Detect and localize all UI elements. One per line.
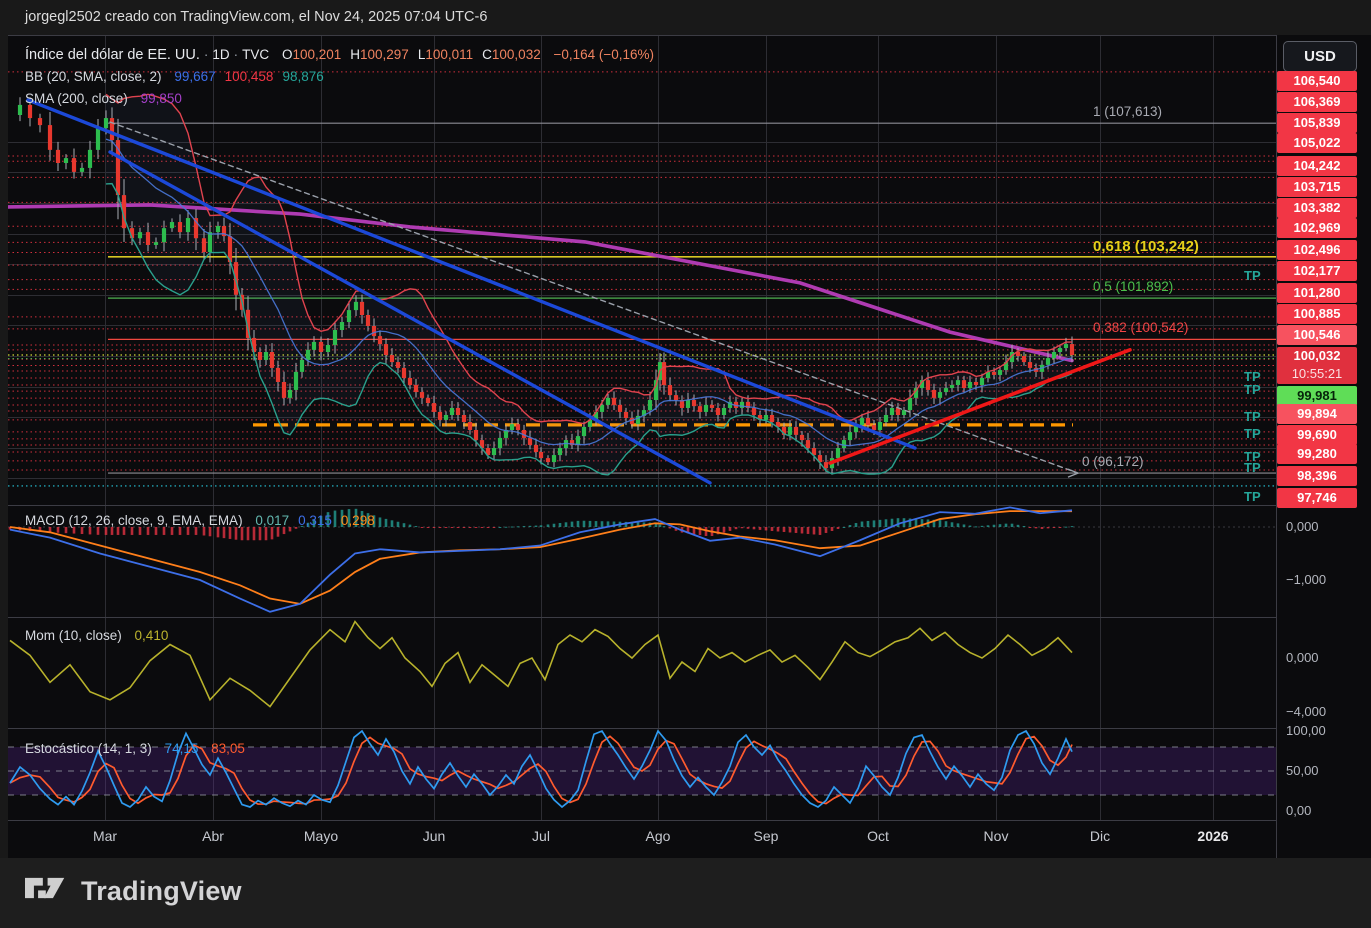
mom-legend[interactable]: Mom (10, close) 0,410	[25, 628, 168, 643]
chart-canvas[interactable]	[0, 0, 1371, 928]
fib-label-2: 0,5 (101,892)	[1093, 279, 1174, 295]
axis-month-Sep[interactable]: Sep	[754, 828, 779, 844]
scale-number-0: 0,000	[1286, 519, 1319, 534]
axis-month-Oct[interactable]: Oct	[867, 828, 889, 844]
tp-label-7: TP	[1244, 489, 1261, 504]
stoch-legend[interactable]: Estocástico (14, 1, 3) 74,15 83,05	[25, 741, 245, 756]
axis-month-Dic[interactable]: Dic	[1090, 828, 1110, 844]
price-label-1: 106,369	[1277, 92, 1357, 112]
scale-number-6: 0,00	[1286, 803, 1312, 818]
fib-label-4: 0 (96,172)	[1082, 454, 1144, 470]
price-label-8: 102,496	[1277, 240, 1357, 260]
stoch-label[interactable]: Estocástico (14, 1, 3)	[25, 741, 152, 756]
axis-month-2026[interactable]: 2026	[1197, 828, 1228, 844]
price-label-11: 100,885	[1277, 304, 1357, 324]
sma-label[interactable]: SMA (200, close)	[25, 91, 128, 106]
ohlc-l: L100,011	[417, 47, 474, 62]
axis-month-Nov[interactable]: Nov	[984, 828, 1009, 844]
macd-legend[interactable]: MACD (12, 26, close, 9, EMA, EMA) 0,017 0…	[25, 513, 375, 528]
legend-separator-1: ·	[203, 47, 209, 62]
stoch-d-value: 83,05	[211, 741, 245, 756]
tp-label-6: TP	[1244, 460, 1261, 475]
macd-vals-0: 0,017	[255, 513, 290, 528]
tradingview-logo-icon	[25, 877, 65, 899]
symbol-legend[interactable]: Índice del dólar de EE. UU. · 1D · TVC O100,…	[25, 47, 654, 63]
price-label-4: 104,242	[1277, 156, 1357, 176]
legend-separator-2: ·	[233, 47, 239, 62]
symbol-title[interactable]: Índice del dólar de EE. UU.	[25, 47, 200, 63]
scale-number-2: 0,000	[1286, 650, 1319, 665]
tradingview-logo[interactable]: TradingView	[25, 871, 242, 911]
bb-values: 99,667 100,458 98,876	[165, 69, 323, 84]
change-value: −0,164 (−0,16%)	[553, 47, 655, 62]
fib-label-1: 0,618 (103,242)	[1093, 237, 1199, 255]
tradingview-snapshot: jorgegl2502 creado con TradingView.com, …	[0, 0, 1371, 928]
scale-number-3: −4,000	[1286, 704, 1327, 719]
price-label-6: 103,382	[1277, 198, 1357, 218]
current-price: 100,032	[1293, 348, 1341, 363]
interval-label[interactable]: 1D	[212, 47, 229, 62]
ohlc-values: O100,201 H100,297 L100,011 C100,032	[273, 47, 541, 62]
mom-label[interactable]: Mom (10, close)	[25, 628, 122, 643]
bb-label[interactable]: BB (20, SMA, close, 2)	[25, 69, 162, 84]
scale-number-5: 50,00	[1286, 763, 1319, 778]
axis-month-Mar[interactable]: Mar	[93, 828, 117, 844]
current-price-label: 100,032 10:55:21	[1277, 347, 1357, 384]
scale-number-4: 100,00	[1286, 723, 1326, 738]
mom-value: 0,410	[134, 628, 169, 643]
fib-label-0: 1 (107,613)	[1093, 104, 1163, 120]
bb-vals-1: 100,458	[224, 69, 274, 84]
fib-label-3: 0,382 (100,542)	[1093, 320, 1189, 336]
axis-month-Jun[interactable]: Jun	[423, 828, 446, 844]
ohlc-c: C100,032	[482, 47, 541, 62]
tradingview-wordmark: TradingView	[81, 875, 242, 906]
price-label-10: 101,280	[1277, 283, 1357, 303]
price-label-0: 106,540	[1277, 71, 1357, 91]
ohlc-h: H100,297	[350, 47, 409, 62]
tp-label-2: TP	[1244, 382, 1261, 397]
price-label-5: 103,715	[1277, 177, 1357, 197]
left-margin-strip	[0, 35, 8, 858]
price-label-16: 99,280	[1277, 444, 1357, 464]
macd-label[interactable]: MACD (12, 26, close, 9, EMA, EMA)	[25, 513, 243, 528]
price-label-15: 99,690	[1277, 425, 1357, 445]
price-label-18: 97,746	[1277, 488, 1357, 508]
exchange-label: TVC	[242, 47, 270, 62]
macd-vals-2: 0,298	[340, 513, 375, 528]
bb-vals-2: 98,876	[282, 69, 324, 84]
stoch-k-value: 74,15	[164, 741, 199, 756]
axis-month-Mayo[interactable]: Mayo	[304, 828, 338, 844]
axis-month-Jul[interactable]: Jul	[532, 828, 550, 844]
footer-bar: TradingView	[0, 858, 1371, 928]
sma-legend[interactable]: SMA (200, close) 99,850	[25, 91, 182, 106]
bb-legend[interactable]: BB (20, SMA, close, 2) 99,667 100,458 98,8…	[25, 69, 324, 84]
price-label-17: 98,396	[1277, 466, 1357, 486]
price-label-7: 102,969	[1277, 218, 1357, 238]
price-label-2: 105,839	[1277, 113, 1357, 133]
ohlc-o: O100,201	[281, 47, 342, 62]
bb-vals-0: 99,667	[174, 69, 216, 84]
sma-value: 99,850	[140, 91, 182, 106]
macd-values: 0,017 0,315 0,298	[246, 513, 374, 528]
price-label-14: 99,894	[1277, 404, 1357, 424]
axis-month-Ago[interactable]: Ago	[646, 828, 671, 844]
scale-number-1: −1,000	[1286, 572, 1327, 587]
tp-label-4: TP	[1244, 426, 1261, 441]
price-scale[interactable]: USD 106,540 106,369 105,839 105,022 104,242 1…	[1277, 35, 1371, 858]
price-label-13: 99,981	[1277, 386, 1357, 406]
price-label-9: 102,177	[1277, 261, 1357, 281]
tp-label-3: TP	[1244, 409, 1261, 424]
bar-countdown: 10:55:21	[1291, 366, 1343, 381]
price-label-3: 105,022	[1277, 133, 1357, 153]
price-label-12: 100,546	[1277, 325, 1357, 345]
axis-month-Abr[interactable]: Abr	[202, 828, 224, 844]
macd-vals-1: 0,315	[298, 513, 332, 528]
currency-button[interactable]: USD	[1283, 41, 1357, 72]
tp-label-0: TP	[1244, 268, 1261, 283]
